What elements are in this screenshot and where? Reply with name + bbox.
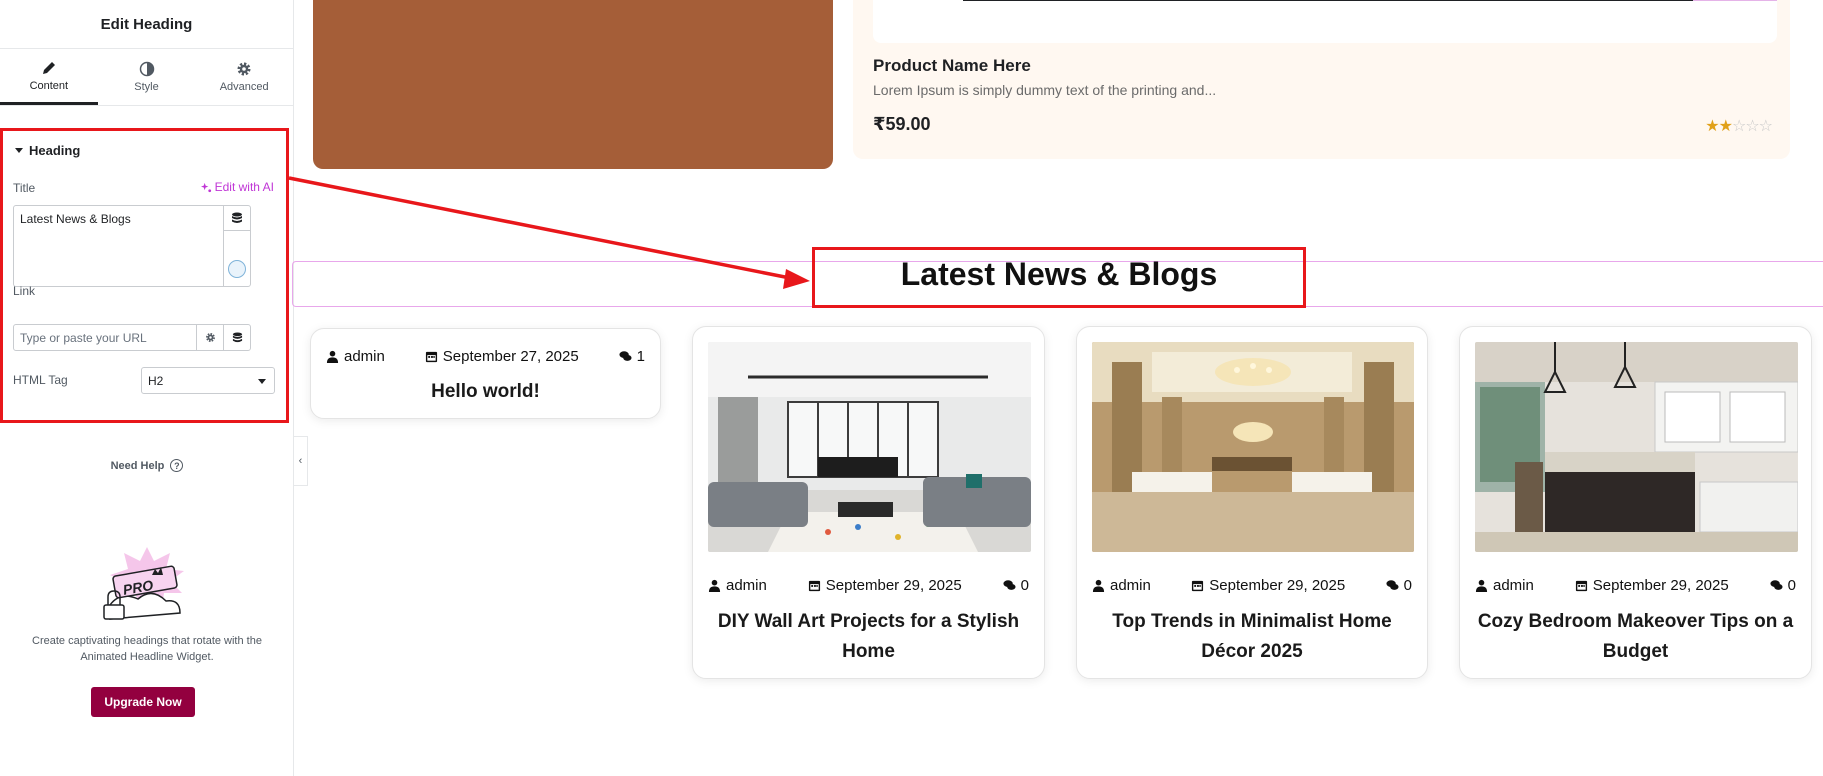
star-empty-icon: ☆: [1758, 118, 1773, 135]
tab-content-label: Content: [29, 79, 69, 92]
chevron-left-icon: ‹: [298, 455, 303, 467]
comments-icon: [619, 351, 632, 361]
user-icon: [708, 579, 721, 592]
textarea-side-buttons: [223, 206, 250, 286]
panel-title: Edit Heading: [0, 0, 293, 49]
blog-card[interactable]: admin September 27, 2025 1 Hello world!: [310, 328, 661, 419]
caret-down-icon: [15, 148, 23, 153]
blog-card[interactable]: admin September 29, 2025 0 Top Trends in…: [1076, 326, 1428, 679]
collapse-panel-button[interactable]: ‹: [294, 436, 308, 486]
panel-tabs: Content Style Advanced: [0, 49, 293, 106]
product-description: Lorem Ipsum is simply dummy text of the …: [873, 82, 1217, 98]
sparkle-icon: [200, 182, 211, 192]
need-help-label: Need Help: [110, 459, 165, 472]
half-circle-icon: [139, 61, 154, 77]
html-tag-value: H2: [148, 373, 164, 388]
product-image-placeholder: [313, 0, 833, 169]
product-name[interactable]: Product Name Here: [873, 56, 1031, 76]
blog-card[interactable]: admin September 29, 2025 0 Cozy Bedroom …: [1459, 326, 1812, 679]
product-card-top: [873, 0, 1777, 43]
promo-text: Create captivating headings that rotate …: [32, 635, 262, 663]
product-card[interactable]: Product Name Here Lorem Ipsum is simply …: [853, 0, 1790, 159]
divider: [1693, 0, 1777, 1]
post-title[interactable]: Hello world!: [321, 377, 650, 407]
need-help-link[interactable]: Need Help ?: [0, 459, 294, 472]
post-date: September 29, 2025: [1209, 577, 1346, 594]
link-options-button[interactable]: [196, 325, 223, 350]
post-meta: admin September 29, 2025 0: [1092, 577, 1412, 594]
section-heading: Heading: [29, 143, 81, 158]
link-field: [13, 324, 251, 351]
tab-style[interactable]: Style: [98, 49, 196, 105]
calendar-icon: [808, 580, 820, 592]
star-filled-icon: ★: [1718, 118, 1733, 135]
post-author[interactable]: admin: [726, 577, 767, 594]
tab-advanced-label: Advanced: [219, 81, 269, 93]
post-comments: 0: [1787, 577, 1796, 594]
gear-icon: [205, 333, 215, 342]
question-icon: ?: [170, 459, 184, 472]
dynamic-tags-icon[interactable]: [231, 212, 243, 224]
link-dynamic-tags-button[interactable]: [223, 325, 250, 350]
pro-promo-illustration: PRO: [103, 547, 184, 620]
divider: [224, 230, 250, 231]
post-date: September 29, 2025: [825, 577, 962, 594]
post-meta: admin September 29, 2025 0: [708, 577, 1029, 594]
link-label: Link: [13, 284, 36, 298]
star-empty-icon: ☆: [1731, 118, 1746, 135]
tab-advanced[interactable]: Advanced: [195, 49, 293, 105]
comments-icon: [1770, 580, 1783, 590]
post-comments: 1: [636, 348, 645, 365]
section-toggle[interactable]: Heading: [15, 143, 80, 158]
html-tag-label: HTML Tag: [13, 373, 68, 387]
star-rating: ★★☆☆☆: [1705, 116, 1773, 136]
gear-icon: [237, 62, 251, 76]
divider: [963, 0, 1693, 1]
title-textarea-value: Latest News & Blogs: [20, 212, 131, 226]
post-meta: admin September 29, 2025 0: [1475, 577, 1796, 594]
blog-card[interactable]: admin September 29, 2025 0 DIY Wall Art …: [692, 326, 1045, 679]
user-icon: [1092, 579, 1105, 592]
user-icon: [326, 350, 339, 363]
post-author[interactable]: admin: [344, 348, 385, 365]
tab-content[interactable]: Content: [0, 49, 98, 105]
calendar-icon: [425, 351, 437, 363]
post-date: September 27, 2025: [442, 348, 579, 365]
chevron-down-icon: [258, 379, 266, 384]
link-input[interactable]: [14, 325, 196, 350]
star-empty-icon: ☆: [1745, 118, 1759, 135]
editor-panel: Edit Heading Content Style Advanced Head…: [0, 0, 294, 776]
post-image-dining-hall[interactable]: [1092, 342, 1414, 552]
post-date: September 29, 2025: [1592, 577, 1729, 594]
edit-with-ai-label: Edit with AI: [214, 180, 274, 194]
calendar-icon: [1192, 580, 1204, 592]
html-tag-select[interactable]: H2: [141, 367, 275, 394]
heading-highlight-box: [812, 247, 1306, 308]
title-label: Title: [13, 181, 36, 195]
comments-icon: [1386, 580, 1399, 590]
post-comments: 0: [1403, 577, 1412, 594]
calendar-icon: [1575, 580, 1587, 592]
post-title[interactable]: DIY Wall Art Projects for a Stylish Home: [703, 607, 1034, 667]
post-title[interactable]: Top Trends in Minimalist Home Décor 2025: [1087, 607, 1417, 667]
product-price: ₹59.00: [873, 114, 931, 134]
title-textarea[interactable]: Latest News & Blogs: [13, 205, 251, 287]
post-author[interactable]: admin: [1493, 577, 1534, 594]
pencil-icon: [42, 61, 55, 74]
post-author[interactable]: admin: [1110, 577, 1151, 594]
post-meta: admin September 27, 2025 1: [326, 348, 645, 365]
ai-assistant-icon[interactable]: [228, 260, 246, 278]
post-title[interactable]: Cozy Bedroom Makeover Tips on a Budget: [1470, 607, 1801, 667]
tab-style-label: Style: [134, 81, 159, 93]
heading-section: Heading Title Edit with AI Latest News &…: [0, 128, 289, 423]
dynamic-tags-icon: [232, 332, 242, 343]
comments-icon: [1003, 580, 1016, 590]
post-image-living-room[interactable]: [708, 342, 1031, 552]
post-image-kitchen[interactable]: [1475, 342, 1798, 552]
user-icon: [1475, 579, 1488, 592]
post-comments: 0: [1020, 577, 1029, 594]
star-filled-icon: ★: [1705, 118, 1719, 135]
upgrade-now-button[interactable]: Upgrade Now: [91, 687, 195, 717]
edit-with-ai-button[interactable]: Edit with AI: [200, 180, 274, 194]
